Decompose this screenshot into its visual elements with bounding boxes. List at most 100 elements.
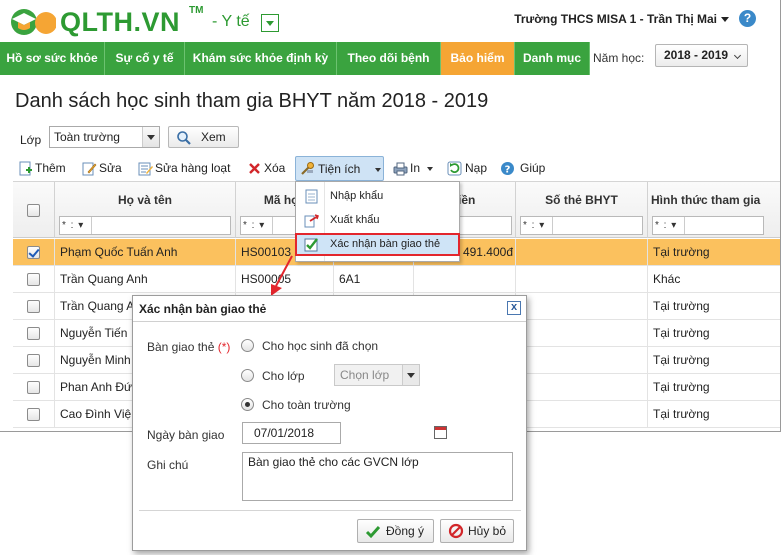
- select-all-column: [13, 182, 55, 238]
- row-checkbox[interactable]: [27, 354, 40, 367]
- ok-button-label: Đồng ý: [386, 524, 425, 538]
- cell-form: Tại trường: [648, 401, 780, 428]
- column-form: Hình thức tham gia * : ▾: [648, 182, 780, 238]
- dialog-title-bar: Xác nhận bàn giao thẻ x: [133, 296, 526, 322]
- class-filter-select[interactable]: Toàn trường: [49, 126, 160, 148]
- filter-operator[interactable]: * : ▾: [243, 217, 273, 234]
- logo[interactable]: QLTH.VN TM - Y tế: [6, 5, 346, 37]
- import-icon: [305, 189, 318, 204]
- utilities-button[interactable]: Tiện ích: [295, 156, 384, 181]
- note-textarea[interactable]: Bàn giao thẻ cho các GVCN lớp: [242, 452, 513, 501]
- help-icon[interactable]: ?: [739, 10, 756, 27]
- radio-whole-school-label[interactable]: Cho toàn trường: [262, 398, 351, 412]
- nav-item-periodic-checkup[interactable]: Khám sức khỏe định kỳ: [185, 42, 337, 75]
- ok-button[interactable]: Đồng ý: [357, 519, 434, 543]
- row-checkbox[interactable]: [27, 408, 40, 421]
- menu-item-confirm-handover-label: Xác nhận bàn giao thẻ: [330, 238, 441, 250]
- page-title: Danh sách học sinh tham gia BHYT năm 201…: [15, 90, 489, 112]
- add-icon: [19, 161, 32, 176]
- column-header-amount[interactable]: tiền: [454, 193, 515, 207]
- column-header-name[interactable]: Họ và tên: [55, 193, 235, 207]
- menu-item-import[interactable]: Nhập khẩu: [296, 185, 459, 208]
- help-label: Giúp: [520, 161, 546, 175]
- row-checkbox[interactable]: [27, 246, 40, 259]
- school-year-select[interactable]: 2018 - 2019: [655, 44, 748, 67]
- print-label: In: [410, 161, 421, 175]
- load-button[interactable]: Nạp: [447, 156, 491, 181]
- nav-item-health-records[interactable]: Hồ sơ sức khỏe: [0, 42, 105, 75]
- handover-label-text: Bàn giao thẻ: [147, 340, 215, 354]
- edit-icon: [82, 162, 97, 176]
- row-checkbox[interactable]: [27, 273, 40, 286]
- logo-text: QLTH.VN: [60, 7, 180, 37]
- checkmark-icon: [365, 526, 381, 539]
- user-menu[interactable]: Trường THCS MISA 1 - Trần Thị Mai: [514, 12, 729, 26]
- column-card: Số thẻ BHYT * : ▾: [516, 182, 648, 238]
- row-select-cell: [13, 293, 55, 320]
- radio-whole-school[interactable]: [241, 398, 254, 411]
- column-name: Họ và tên * : ▾: [55, 182, 236, 238]
- cancel-button-label: Hủy bỏ: [468, 524, 507, 538]
- menu-item-export[interactable]: Xuất khẩu: [296, 209, 459, 232]
- class-select[interactable]: Chọn lớp: [334, 364, 420, 386]
- filter-operator[interactable]: * : ▾: [655, 217, 685, 234]
- select-all-checkbox[interactable]: [27, 204, 40, 217]
- toolbar: Thêm Sửa Sửa hàng loạt Xóa Tiện ích In N…: [13, 156, 780, 181]
- cell-form: Tại trường: [648, 374, 780, 401]
- delete-button[interactable]: Xóa: [247, 156, 289, 181]
- cell-form: Khác: [648, 266, 780, 293]
- refresh-icon: [447, 161, 462, 176]
- add-button[interactable]: Thêm: [18, 156, 74, 181]
- calendar-icon[interactable]: [434, 426, 447, 439]
- utilities-label: Tiện ích: [318, 162, 361, 176]
- nav-item-medical-incidents[interactable]: Sự cố y tế: [105, 42, 185, 75]
- column-header-form[interactable]: Hình thức tham gia: [648, 193, 760, 207]
- dialog-footer-divider: [139, 510, 521, 511]
- close-icon[interactable]: x: [507, 301, 521, 315]
- filter-operator[interactable]: * : ▾: [523, 217, 553, 234]
- cell-class: 6A1: [334, 266, 414, 293]
- chevron-down-icon: [427, 167, 433, 171]
- card-filter[interactable]: * : ▾: [520, 216, 643, 235]
- filter-operator[interactable]: * : ▾: [62, 217, 92, 234]
- row-select-cell: [13, 374, 55, 401]
- cell-card: [516, 239, 648, 266]
- nav-item-categories[interactable]: Danh mục: [515, 42, 590, 75]
- cell-form: Tại trường: [648, 293, 780, 320]
- utilities-menu: Nhập khẩu Xuất khẩu Xác nhận bàn giao th…: [295, 181, 460, 262]
- table-row[interactable]: Trần Quang Anh HS00005 6A1 Khác: [13, 266, 780, 293]
- handover-date-input[interactable]: 07/01/2018: [242, 422, 447, 444]
- help-button[interactable]: ? Giúp: [500, 156, 550, 181]
- radio-class-label[interactable]: Cho lớp: [262, 369, 305, 383]
- logo-trademark: TM: [189, 5, 204, 16]
- row-checkbox[interactable]: [27, 327, 40, 340]
- row-select-cell: [13, 266, 55, 293]
- cancel-button[interactable]: Hủy bỏ: [440, 519, 514, 543]
- radio-class[interactable]: [241, 369, 254, 382]
- bulk-edit-button[interactable]: Sửa hàng loạt: [138, 156, 236, 181]
- form-filter[interactable]: * : ▾: [652, 216, 764, 235]
- chevron-down-icon: [375, 168, 381, 172]
- menu-item-confirm-handover[interactable]: Xác nhận bàn giao thẻ: [295, 233, 460, 256]
- print-button[interactable]: In: [393, 156, 435, 181]
- nav-item-insurance[interactable]: Bảo hiểm: [441, 42, 515, 75]
- radio-selected-students[interactable]: [241, 339, 254, 352]
- module-name: - Y tế: [212, 13, 250, 30]
- cell-form: Tại trường: [648, 347, 780, 374]
- nav-item-disease-tracking[interactable]: Theo dõi bệnh: [337, 42, 441, 75]
- handover-label: Bàn giao thẻ (*): [147, 340, 230, 354]
- bulk-edit-icon: [138, 162, 153, 176]
- name-filter[interactable]: * : ▾: [59, 216, 231, 235]
- cell-card: [516, 401, 648, 428]
- module-dropdown-button[interactable]: [261, 14, 279, 32]
- export-icon: [304, 214, 319, 228]
- view-button[interactable]: Xem: [168, 126, 239, 148]
- svg-text:?: ?: [505, 165, 511, 176]
- column-header-card[interactable]: Số thẻ BHYT: [516, 193, 647, 207]
- edit-button[interactable]: Sửa: [82, 156, 127, 181]
- view-button-label: Xem: [201, 130, 226, 144]
- row-checkbox[interactable]: [27, 381, 40, 394]
- tools-icon: [301, 162, 314, 175]
- radio-selected-students-label[interactable]: Cho học sinh đã chọn: [262, 339, 378, 353]
- row-checkbox[interactable]: [27, 300, 40, 313]
